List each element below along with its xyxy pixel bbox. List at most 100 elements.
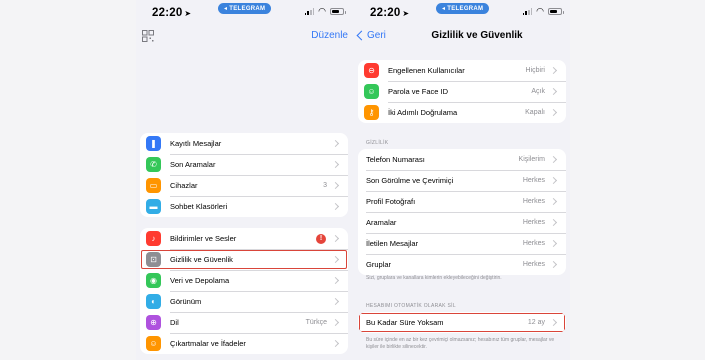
settings-row-i-ki-adimli-dogrulama[interactable]: ⚷ İki Adımlı Doğrulama Kapalı [358, 102, 566, 123]
row-value: Herkes [522, 219, 545, 226]
settings-row-parola-ve-face-id[interactable]: ☺ Parola ve Face ID Açık [358, 81, 566, 102]
chevron-right-icon [549, 218, 558, 227]
location-arrow-icon: ➤ [402, 9, 410, 18]
phone-icon: ✆ [146, 157, 161, 172]
row-label: Telefon Numarası [366, 155, 425, 164]
row-value: 3 [323, 182, 327, 189]
chevron-right-icon [331, 202, 340, 211]
row-label: Engellenen Kullanıcılar [388, 66, 465, 75]
settings-row-cihazlar[interactable]: ▭ Cihazlar 3 [140, 175, 348, 196]
status-bar: 22:20 ➤ ◂ TELEGRAM ◠ [136, 0, 352, 26]
row-label: Parola ve Face ID [388, 87, 449, 96]
settings-row-kayitli-mesajlar[interactable]: ❚ Kayıtlı Mesajlar [140, 133, 348, 154]
settings-row-son-aramalar[interactable]: ✆ Son Aramalar [140, 154, 348, 175]
settings-group-preferences: ♪ Bildirimler ve Sesler! ⊡ Gizlilik ve Güve… [140, 228, 348, 354]
auto-delete-group: Bu Kadar Süre Yoksam 12 ay [358, 312, 566, 333]
lock-icon: ⊡ [146, 252, 161, 267]
privacy-section-header: GİZLİLİK [366, 140, 389, 146]
status-icons: ◠ [304, 6, 346, 16]
row-label: Aramalar [366, 218, 397, 227]
database-icon: ◉ [146, 273, 161, 288]
row-label: Çıkartmalar ve İfadeler [170, 339, 246, 348]
chevron-right-icon [331, 297, 340, 306]
appearance-icon: ◐ [146, 294, 161, 309]
signal-icon [522, 8, 533, 15]
settings-row-telefon-numarasi[interactable]: Telefon Numarası Kişilerim [358, 149, 566, 170]
chevron-right-icon [549, 239, 558, 248]
row-label: Dil [170, 318, 179, 327]
settings-row-cikartmalar-ve-i-fadeler[interactable]: ☺ Çıkartmalar ve İfadeler [140, 333, 348, 354]
clock: 22:20 [370, 7, 401, 19]
settings-row-gruplar[interactable]: Gruplar Herkes [358, 254, 566, 275]
row-value: Kişilerim [518, 156, 545, 163]
settings-row-bildirimler-ve-sesler[interactable]: ♪ Bildirimler ve Sesler! [140, 228, 348, 249]
alert-badge: ! [316, 233, 326, 244]
chevron-right-icon [549, 318, 558, 327]
chevron-right-icon [331, 276, 340, 285]
qr-code-icon[interactable] [142, 30, 154, 42]
sticker-icon: ☺ [146, 336, 161, 351]
devices-icon: ▭ [146, 178, 161, 193]
settings-row-gorunum[interactable]: ◐ Görünüm [140, 291, 348, 312]
key-icon: ⚷ [364, 105, 379, 120]
left-margin [0, 0, 136, 360]
right-margin [570, 0, 705, 360]
telegram-pill-label: TELEGRAM [229, 6, 266, 12]
chevron-right-icon [331, 255, 340, 264]
row-value: Açık [531, 88, 545, 95]
edit-button[interactable]: Düzenle [311, 30, 348, 41]
row-label: Veri ve Depolama [170, 276, 230, 285]
row-label: Sohbet Klasörleri [170, 202, 228, 211]
row-label: Kayıtlı Mesajlar [170, 139, 222, 148]
bookmark-icon: ❚ [146, 136, 161, 151]
wifi-icon: ◠ [536, 6, 544, 16]
bell-icon: ♪ [146, 231, 161, 246]
settings-row-dil[interactable]: ⊕ Dil Türkçe [140, 312, 348, 333]
auto-delete-footer-note: Bu süre içinde en az bir kez çevrimiçi o… [366, 337, 555, 350]
settings-row-i-letilen-mesajlar[interactable]: İletilen Mesajlar Herkes [358, 233, 566, 254]
settings-row-son-gorulme-ve-cevrimici[interactable]: Son Görülme ve Çevrimiçi Herkes [358, 170, 566, 191]
settings-row-aramalar[interactable]: Aramalar Herkes [358, 212, 566, 233]
signal-icon [304, 8, 315, 15]
block-icon: ⊖ [364, 63, 379, 78]
row-value: Herkes [522, 177, 545, 184]
privacy-footer-note: Sizi, gruplara ve kanallara kimlerin ekl… [366, 275, 502, 281]
row-label: Gizlilik ve Güvenlik [170, 255, 233, 264]
chevron-right-icon [549, 108, 558, 117]
settings-row-engellenen-kullanicilar[interactable]: ⊖ Engellenen Kullanıcılar Hiçbiri [358, 60, 566, 81]
row-value: Herkes [522, 198, 545, 205]
status-icons: ◠ [522, 6, 564, 16]
settings-row-sohbet-klasorleri[interactable]: ▬ Sohbet Klasörleri [140, 196, 348, 217]
telegram-pill[interactable]: ◂ TELEGRAM [436, 3, 490, 14]
globe-icon: ⊕ [146, 315, 161, 330]
settings-row-gizlilik-ve-guvenlik[interactable]: ⊡ Gizlilik ve Güvenlik [140, 249, 348, 270]
chevron-right-icon [331, 160, 340, 169]
row-label: İletilen Mesajlar [366, 239, 419, 248]
auto-delete-section-header: HESABIMI OTOMATİK OLARAK SİL [366, 303, 456, 309]
telegram-pill[interactable]: ◂ TELEGRAM [218, 3, 272, 14]
row-label: Bu Kadar Süre Yoksam [366, 318, 444, 327]
settings-row-veri-ve-depolama[interactable]: ◉ Veri ve Depolama [140, 270, 348, 291]
row-label: Son Aramalar [170, 160, 216, 169]
page-title: Gizlilik ve Güvenlik [431, 30, 523, 41]
settings-row-bu-kadar-sure-yoksam[interactable]: Bu Kadar Süre Yoksam 12 ay [358, 312, 566, 333]
row-value: Türkçe [305, 319, 327, 326]
settings-screen: 22:20 ➤ ◂ TELEGRAM ◠ Düzenle ❚ Kayıtlı Mes… [136, 0, 352, 360]
privacy-security-screen: 22:20 ➤ ◂ TELEGRAM ◠ Geri Gizlilik ve Güv… [354, 0, 570, 360]
folder-icon: ▬ [146, 199, 161, 214]
wifi-icon: ◠ [318, 6, 326, 16]
chevron-right-icon [549, 66, 558, 75]
row-label: İki Adımlı Doğrulama [388, 108, 458, 117]
chevron-right-icon [549, 260, 558, 269]
settings-row-profil-fotografi[interactable]: Profil Fotoğrafı Herkes [358, 191, 566, 212]
chevron-right-icon [549, 176, 558, 185]
row-label: Gruplar [366, 260, 392, 269]
row-value: Herkes [522, 240, 545, 247]
battery-icon [330, 8, 346, 15]
chevron-right-icon [331, 339, 340, 348]
status-time: 22:20 ➤ [370, 7, 409, 19]
row-label: Görünüm [170, 297, 202, 306]
row-value: Hiçbiri [525, 67, 545, 74]
row-value: 12 ay [527, 319, 545, 326]
settings-group-shortcuts: ❚ Kayıtlı Mesajlar ✆ Son Aramalar ▭ Cihazlar 3… [140, 133, 348, 217]
